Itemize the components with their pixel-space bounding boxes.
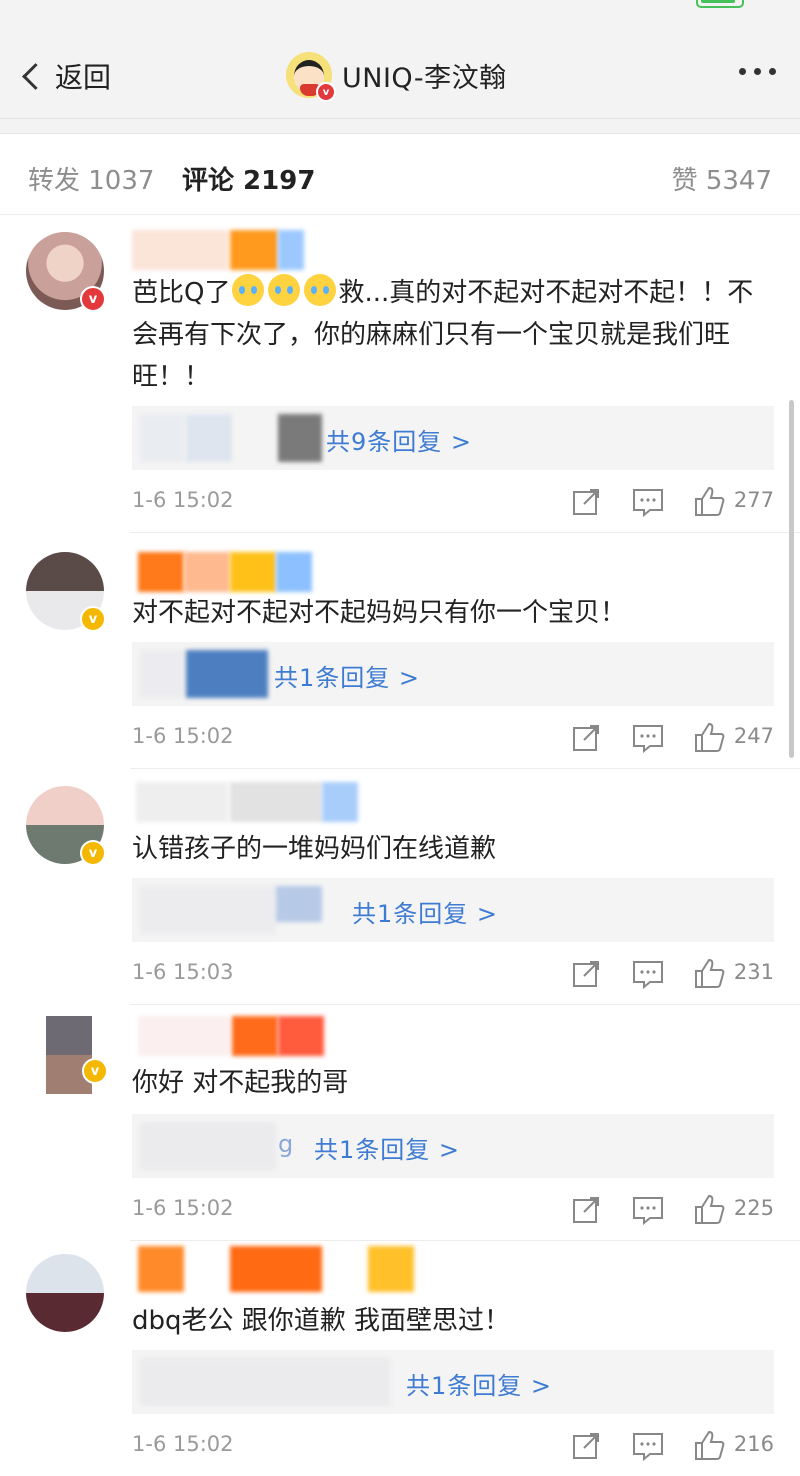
divider — [0, 119, 800, 134]
divider — [130, 1240, 800, 1241]
divider — [130, 768, 800, 769]
thumbs-up-icon[interactable] — [690, 954, 730, 994]
verified-badge-icon: v — [316, 82, 336, 102]
share-icon[interactable] — [566, 954, 606, 994]
crying-emoji-icon — [232, 274, 265, 306]
verified-badge-icon: v — [80, 606, 106, 632]
username[interactable] — [132, 1246, 414, 1292]
avatar[interactable]: v — [26, 1016, 108, 1094]
back-label: 返回 — [55, 61, 112, 94]
comment-text: 对不起对不起对不起妈妈只有你一个宝贝！ — [132, 598, 627, 628]
nav-bar: 返回 v UNIQ-李汶翰 — [0, 22, 800, 119]
like-count: 216 — [733, 1432, 774, 1456]
view-replies-link[interactable]: 共9条回复 > — [326, 422, 472, 457]
share-icon[interactable] — [566, 1190, 606, 1230]
nav-title-group[interactable]: v UNIQ-李汶翰 — [286, 52, 507, 102]
like-count: 231 — [733, 960, 774, 984]
timestamp: 1-6 15:02 — [132, 1196, 234, 1220]
status-icons — [604, 0, 744, 8]
reply-box[interactable]: 共9条回复 > — [132, 406, 774, 470]
view-replies-link[interactable]: 共1条回复 > — [314, 1130, 460, 1165]
tab-likes[interactable]: 赞 5347 — [672, 160, 772, 197]
thumbs-up-icon[interactable] — [690, 482, 730, 522]
like-count: 277 — [733, 488, 774, 512]
comment-icon[interactable] — [628, 718, 668, 758]
chevron-left-icon — [22, 62, 49, 90]
username[interactable] — [132, 230, 304, 270]
timestamp: 1-6 15:02 — [132, 1432, 234, 1456]
thumbs-up-icon[interactable] — [690, 1426, 730, 1466]
like-count: 247 — [733, 724, 774, 748]
verified-badge-icon: v — [80, 840, 106, 866]
username[interactable] — [132, 552, 312, 592]
verified-badge-icon: v — [82, 1058, 108, 1084]
crying-emoji-icon — [304, 274, 337, 306]
reply-box[interactable]: 共1条回复 > — [132, 642, 774, 706]
comment-text: 芭比Q了 救...真的对不起对不起对不起！！不会再有下次了，你的麻麻们只有一个宝贝… — [132, 272, 772, 398]
thumbs-up-icon[interactable] — [690, 1190, 730, 1230]
comment-icon[interactable] — [628, 1426, 668, 1466]
comment-text: 认错孩子的一堆妈妈们在线道歉 — [132, 834, 497, 864]
comment-meta: 1-6 15:02 247 — [132, 718, 774, 758]
thumbs-up-icon[interactable] — [690, 718, 730, 758]
timestamp: 1-6 15:03 — [132, 960, 234, 984]
comment-icon[interactable] — [628, 1190, 668, 1230]
comment-text: 你好 对不起我的哥 — [132, 1068, 349, 1098]
reply-prefix: g — [278, 1130, 295, 1158]
avatar: v — [286, 52, 336, 102]
reply-box[interactable]: g 共1条回复 > — [132, 1114, 774, 1178]
avatar[interactable] — [26, 1254, 104, 1332]
view-replies-link[interactable]: 共1条回复 > — [274, 658, 420, 693]
more-icon[interactable] — [739, 68, 776, 75]
page-title: UNIQ-李汶翰 — [342, 62, 507, 94]
divider — [130, 532, 800, 533]
avatar[interactable]: v — [26, 552, 106, 632]
share-icon[interactable] — [566, 482, 606, 522]
share-icon[interactable] — [566, 1426, 606, 1466]
comment-meta: 1-6 15:02 216 — [132, 1426, 774, 1466]
timestamp: 1-6 15:02 — [132, 724, 234, 748]
divider — [130, 1004, 800, 1005]
comment-icon[interactable] — [628, 954, 668, 994]
username[interactable] — [132, 1016, 342, 1056]
share-icon[interactable] — [566, 718, 606, 758]
view-replies-link[interactable]: 共1条回复 > — [406, 1366, 552, 1401]
reply-box[interactable]: 共1条回复 > — [132, 1350, 774, 1414]
verified-badge-icon: v — [80, 286, 106, 312]
comment-meta: 1-6 15:02 277 — [132, 482, 774, 522]
reply-box[interactable]: 共1条回复 > — [132, 878, 774, 942]
tab-bar: 转发 1037 评论 2197 赞 5347 — [0, 134, 800, 215]
username[interactable] — [132, 782, 358, 822]
avatar[interactable]: v — [26, 786, 106, 866]
comment-text: dbq老公 跟你道歉 我面壁思过！ — [132, 1306, 511, 1336]
avatar[interactable]: v — [26, 232, 106, 312]
comment-icon[interactable] — [628, 482, 668, 522]
tab-reposts[interactable]: 转发 1037 — [28, 160, 154, 197]
scrollbar[interactable] — [789, 400, 794, 758]
timestamp: 1-6 15:02 — [132, 488, 234, 512]
battery-icon — [696, 0, 744, 8]
back-button[interactable]: 返回 — [20, 56, 111, 96]
view-replies-link[interactable]: 共1条回复 > — [352, 894, 498, 929]
tab-comments[interactable]: 评论 2197 — [182, 160, 315, 197]
like-count: 225 — [733, 1196, 774, 1220]
crying-emoji-icon — [268, 274, 301, 306]
comment-meta: 1-6 15:02 225 — [132, 1190, 774, 1230]
comment-text-part: 芭比Q了 — [132, 278, 231, 308]
comment-meta: 1-6 15:03 231 — [132, 954, 774, 994]
status-bar — [0, 0, 800, 22]
